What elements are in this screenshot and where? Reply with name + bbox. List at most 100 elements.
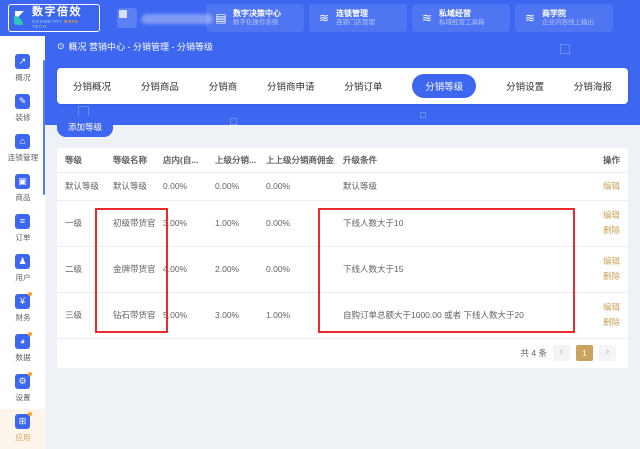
delete-link[interactable]: 删除 bbox=[600, 315, 620, 330]
presentation-board-icon: ▤ bbox=[214, 12, 228, 24]
page-number-1[interactable]: 1 bbox=[576, 345, 593, 361]
breadcrumb: ⊙ 概况 营销中心 - 分销管理 - 分销等级 bbox=[57, 40, 213, 53]
deco-square bbox=[560, 44, 570, 54]
sidebar-item-label: 装修 bbox=[15, 112, 30, 122]
cell-in-store-rate: 5.00% bbox=[155, 292, 207, 338]
table-row: 二级 金牌带货官 4.00% 2.00% 0.00% 下线人数大于15 编辑 删… bbox=[57, 246, 628, 292]
col-upgrade-condition: 升级条件 bbox=[335, 148, 592, 172]
sidebar-item-label: 连锁管理 bbox=[7, 152, 37, 162]
store-avatar bbox=[117, 8, 137, 28]
edit-link[interactable]: 编辑 bbox=[600, 179, 620, 194]
table-row: 默认等级 默认等级 0.00% 0.00% 0.00% 默认等级 编辑 bbox=[57, 172, 628, 200]
sidebar-item-users[interactable]: ♟ 用户 bbox=[0, 248, 45, 288]
tab-distribution-posters[interactable]: 分销海报 bbox=[574, 79, 612, 93]
brand-logo-icon bbox=[14, 11, 28, 25]
col-grandparent-rate: 上上级分销商佣金... bbox=[258, 148, 335, 172]
delete-link[interactable]: 删除 bbox=[600, 269, 620, 284]
cell-level-name: 钻石带货官 bbox=[105, 292, 155, 338]
col-level: 等级 bbox=[57, 148, 105, 172]
sidebar: ↗ 概况 ✎ 装修 ⌂ 连锁管理 ▣ 商品 ≡ 订单 ♟ 用户 ¥ 财务 ◕ 数 bbox=[0, 36, 45, 449]
topnav-business-school[interactable]: ≋ 商学院 企业内容线上输出 bbox=[515, 4, 613, 32]
decorate-paint-icon: ✎ bbox=[15, 94, 30, 109]
delete-link[interactable]: 删除 bbox=[600, 223, 620, 238]
pagination: 共 4 条 ‹ 1 › bbox=[57, 338, 628, 368]
cell-parent-rate: 1.00% bbox=[207, 200, 258, 246]
cell-parent-rate: 0.00% bbox=[207, 172, 258, 200]
sidebar-item-overview[interactable]: ↗ 概况 bbox=[0, 48, 45, 88]
topnav-title: 私域经营 bbox=[439, 10, 485, 18]
breadcrumb-text: 概况 营销中心 - 分销管理 - 分销等级 bbox=[69, 40, 214, 53]
topnav-chain-management[interactable]: ≋ 连锁管理 连锁门店管理 bbox=[309, 4, 407, 32]
tab-distribution-settings[interactable]: 分销设置 bbox=[506, 79, 544, 93]
sidebar-item-label: 数据 bbox=[15, 352, 30, 362]
cell-level: 二级 bbox=[57, 246, 105, 292]
next-page-icon[interactable]: › bbox=[599, 345, 616, 361]
deco-square bbox=[420, 112, 426, 118]
sidebar-item-apps[interactable]: ⊞ 应用 bbox=[0, 409, 45, 449]
sidebar-item-data[interactable]: ◕ 数据 bbox=[0, 329, 45, 369]
layers-icon: ≋ bbox=[523, 12, 537, 24]
tab-distributors[interactable]: 分销商 bbox=[209, 79, 238, 93]
edit-link[interactable]: 编辑 bbox=[600, 208, 620, 223]
sidebar-item-label: 订单 bbox=[15, 232, 30, 242]
topnav-subtitle: 连锁门店管理 bbox=[336, 20, 375, 27]
layers-icon: ≋ bbox=[420, 12, 434, 24]
tab-distribution-orders[interactable]: 分销订单 bbox=[344, 79, 382, 93]
top-nav: ▤ 数字决策中心 数字化操作系统 ≋ 连锁管理 连锁门店管理 ≋ 私域经营 私域… bbox=[206, 4, 613, 32]
settings-gear-icon: ⚙ bbox=[15, 374, 30, 389]
prev-page-icon[interactable]: ‹ bbox=[553, 345, 570, 361]
users-icon: ♟ bbox=[15, 254, 30, 269]
sidebar-item-finance[interactable]: ¥ 财务 bbox=[0, 289, 45, 329]
topnav-subtitle: 数字化操作系统 bbox=[233, 20, 281, 27]
location-pin-icon: ⊙ bbox=[57, 41, 65, 52]
col-actions: 操作 bbox=[592, 148, 628, 172]
sidebar-item-orders[interactable]: ≡ 订单 bbox=[0, 208, 45, 248]
sidebar-item-chain-management[interactable]: ⌂ 连锁管理 bbox=[0, 128, 45, 168]
overview-chart-icon: ↗ bbox=[15, 54, 30, 69]
cell-upgrade-condition: 下线人数大于10 bbox=[335, 200, 592, 246]
brand-subtitle: GEOMETRY DATA TECH bbox=[32, 20, 94, 29]
deco-square bbox=[230, 118, 237, 125]
edit-link[interactable]: 编辑 bbox=[600, 254, 620, 269]
tab-distributor-applications[interactable]: 分销商申请 bbox=[267, 79, 315, 93]
cell-parent-rate: 2.00% bbox=[207, 246, 258, 292]
cell-parent-rate: 3.00% bbox=[207, 292, 258, 338]
apps-grid-icon: ⊞ bbox=[15, 414, 30, 429]
cell-level: 默认等级 bbox=[57, 172, 105, 200]
cell-grandparent-rate: 0.00% bbox=[258, 246, 335, 292]
sidebar-scrollbar[interactable] bbox=[43, 60, 46, 195]
cell-upgrade-condition: 下线人数大于15 bbox=[335, 246, 592, 292]
finance-icon: ¥ bbox=[15, 294, 30, 309]
topnav-title: 数字决策中心 bbox=[233, 10, 281, 18]
tab-distribution-levels[interactable]: 分销等级 bbox=[412, 74, 476, 98]
cell-level-name: 默认等级 bbox=[105, 172, 155, 200]
col-in-store-rate: 店内(自... bbox=[155, 148, 207, 172]
cell-in-store-rate: 4.00% bbox=[155, 246, 207, 292]
table-row: 一级 初级带货官 3.00% 1.00% 0.00% 下线人数大于10 编辑 删… bbox=[57, 200, 628, 246]
sidebar-item-label: 用户 bbox=[15, 272, 30, 282]
sidebar-item-goods[interactable]: ▣ 商品 bbox=[0, 168, 45, 208]
topnav-private-domain[interactable]: ≋ 私域经营 私域经营工具箱 bbox=[412, 4, 510, 32]
add-level-button[interactable]: 添加等级 bbox=[57, 116, 113, 137]
sidebar-item-settings[interactable]: ⚙ 设置 bbox=[0, 369, 45, 409]
app-root: 数字倍效 GEOMETRY DATA TECH ▤ 数字决策中心 数字化操作系统… bbox=[0, 0, 640, 449]
brand-logo: 数字倍效 GEOMETRY DATA TECH bbox=[8, 4, 100, 32]
levels-table-card: 等级 等级名称 店内(自... 上级分销... 上上级分销商佣金... 升级条件… bbox=[57, 148, 628, 368]
tab-distribution-overview[interactable]: 分销概况 bbox=[73, 79, 111, 93]
cell-level: 一级 bbox=[57, 200, 105, 246]
goods-icon: ▣ bbox=[15, 174, 30, 189]
topnav-subtitle: 企业内容线上输出 bbox=[542, 20, 594, 27]
sidebar-item-label: 设置 bbox=[15, 393, 30, 403]
tab-distribution-goods[interactable]: 分销商品 bbox=[141, 79, 179, 93]
topnav-subtitle: 私域经营工具箱 bbox=[439, 20, 485, 27]
distribution-tab-bar: 分销概况 分销商品 分销商 分销商申请 分销订单 分销等级 分销设置 分销海报 bbox=[57, 68, 628, 104]
chain-store-icon: ⌂ bbox=[15, 134, 30, 149]
topnav-digital-decision-center[interactable]: ▤ 数字决策中心 数字化操作系统 bbox=[206, 4, 304, 32]
cell-in-store-rate: 3.00% bbox=[155, 200, 207, 246]
cell-upgrade-condition: 默认等级 bbox=[335, 172, 592, 200]
sidebar-item-decorate[interactable]: ✎ 装修 bbox=[0, 88, 45, 128]
cell-upgrade-condition: 自购订单总额大于1000.00 或者 下线人数大于20 bbox=[335, 292, 592, 338]
edit-link[interactable]: 编辑 bbox=[600, 300, 620, 315]
cell-level-name: 金牌带货官 bbox=[105, 246, 155, 292]
store-name-redacted bbox=[141, 14, 213, 24]
